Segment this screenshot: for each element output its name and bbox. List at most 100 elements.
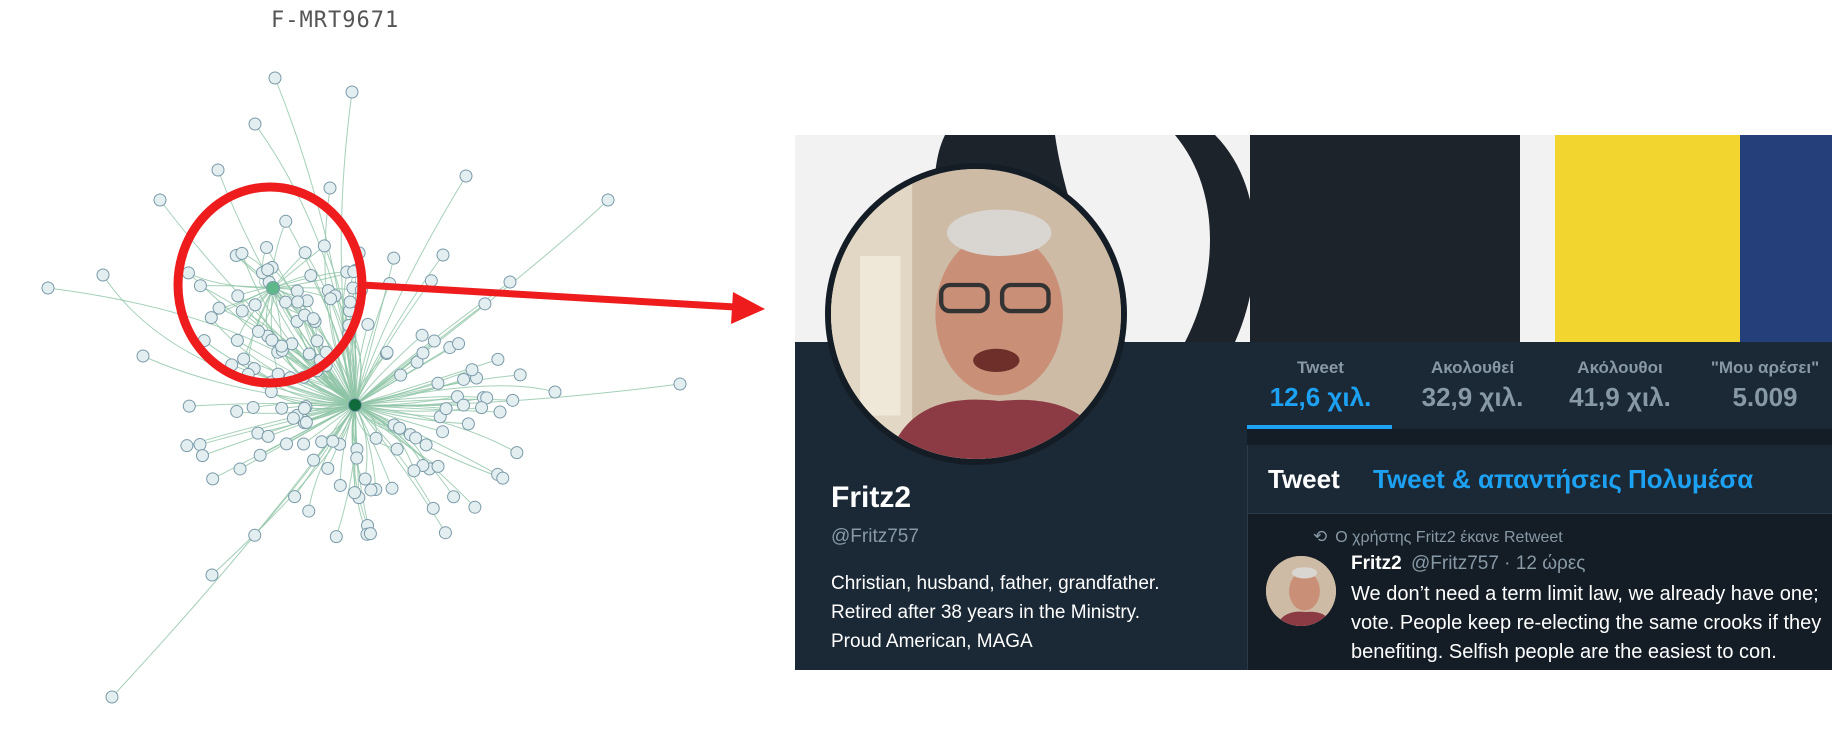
graph-node (513, 368, 527, 382)
graph-node (468, 500, 482, 514)
graph-node (286, 411, 300, 425)
graph-node (193, 438, 207, 452)
graph-node (280, 437, 294, 451)
graph-node (390, 442, 404, 456)
network-graph: F-MRT9671 (0, 0, 780, 743)
graph-node (302, 504, 316, 518)
graph-node (416, 346, 430, 360)
graph-node (673, 377, 687, 391)
graph-node (299, 415, 313, 429)
graph-node (348, 486, 362, 500)
graph-node (41, 281, 55, 295)
tweet-line: benefiting. Selfish people are the easie… (1351, 641, 1777, 663)
graph-node (96, 268, 110, 282)
tweet-time[interactable]: · 12 ώρες (1504, 553, 1585, 574)
stat-value: 12,6 χιλ. (1269, 382, 1372, 412)
graph-node (307, 453, 321, 467)
retweet-note: ⟲ Ο χρήστης Fritz2 έκανε Retweet (1313, 527, 1563, 547)
graph-node (246, 400, 260, 414)
tweet-text: We don’t need a term limit law, we alrea… (1351, 580, 1832, 667)
graph-node (302, 347, 316, 361)
graph-node (431, 459, 445, 473)
graph-node (436, 425, 450, 439)
graph-node (136, 349, 150, 363)
twitter-profile-screenshot: Tweet 12,6 χιλ. Ακολουθεί 32,9 χιλ. Ακόλ… (795, 135, 1832, 670)
graph-node (415, 328, 429, 342)
stat-label: "Μου αρέσει" (1710, 358, 1820, 377)
stat-likes[interactable]: "Μου αρέσει" 5.009 (1700, 358, 1830, 413)
graph-node (496, 471, 510, 485)
graph-node (233, 462, 247, 476)
graph-node (268, 71, 282, 85)
graph-node (195, 449, 209, 463)
graph-node (204, 311, 218, 325)
graph-node (291, 295, 305, 309)
graph-node (361, 317, 375, 331)
graph-node (601, 193, 615, 207)
graph-node (297, 437, 311, 451)
tab-tweets[interactable]: Tweet (1268, 464, 1340, 495)
graph-node (279, 214, 293, 228)
graph-node (306, 312, 320, 326)
tweet-line: We don’t need a term limit law, we alrea… (1351, 583, 1819, 605)
graph-node (253, 448, 267, 462)
graph-node (452, 337, 466, 351)
highlight-arrow-head (731, 292, 765, 324)
graph-node (409, 431, 423, 445)
bio-line: Christian, husband, father, grandfather. (831, 573, 1160, 594)
graph-node (431, 376, 445, 390)
profile-name: Fritz2 (831, 481, 912, 514)
graph-node (248, 528, 262, 542)
stat-value: 5.009 (1732, 382, 1798, 412)
timeline: Tweet Tweet & απαντήσεις Πολυμέσα ⟲ Ο χρή… (1247, 445, 1832, 670)
graph-node (193, 279, 207, 293)
graph-node (447, 490, 461, 504)
graph-node (310, 334, 324, 348)
graph-node (326, 434, 340, 448)
graph-node (387, 251, 401, 265)
graph-node (350, 451, 364, 465)
graph-node (503, 275, 517, 289)
profile-handle: @Fritz757 (831, 526, 919, 547)
graph-node (290, 284, 304, 298)
graph-node (231, 289, 245, 303)
graph-node (260, 240, 274, 254)
graph-node (385, 481, 399, 495)
graph-node (205, 568, 219, 582)
profile-avatar[interactable] (825, 163, 1127, 465)
graph-node (248, 117, 262, 131)
stat-following[interactable]: Ακολουθεί 32,9 χιλ. (1410, 358, 1535, 413)
graph-node (394, 368, 408, 382)
stat-tweets[interactable]: Tweet 12,6 χιλ. (1253, 358, 1388, 413)
tweet-author-handle[interactable]: @Fritz757 (1411, 553, 1499, 574)
graph-node (548, 385, 562, 399)
graph-node (211, 163, 225, 177)
graph-node (427, 334, 441, 348)
graph-node (275, 401, 289, 415)
stat-value: 41,9 χιλ. (1569, 382, 1671, 412)
network-graph-canvas (41, 71, 765, 704)
stat-followers[interactable]: Ακόλουθοι 41,9 χιλ. (1555, 358, 1685, 413)
graph-node (461, 417, 475, 431)
graph-node (436, 248, 450, 262)
stat-value: 32,9 χιλ. (1421, 382, 1524, 412)
graph-node (456, 398, 470, 412)
graph-node (493, 405, 507, 419)
tweet-author-name[interactable]: Fritz2 (1351, 553, 1402, 574)
graph-node (304, 269, 318, 283)
graph-node (439, 402, 453, 416)
graph-node (298, 246, 312, 260)
stat-label: Ακόλουθοι (1577, 358, 1663, 377)
graph-hub-node (348, 398, 362, 412)
graph-node (393, 421, 407, 435)
graph-node (465, 363, 479, 377)
tab-media[interactable]: Πολυμέσα (1628, 464, 1753, 495)
graph-node (230, 404, 244, 418)
graph-edge (111, 404, 356, 698)
tab-tweets-replies[interactable]: Tweet & απαντήσεις (1373, 464, 1622, 495)
graph-node (363, 527, 377, 541)
graph-node (288, 490, 302, 504)
tweet-author-avatar[interactable] (1266, 556, 1336, 626)
tweet-header: Fritz2 @Fritz757 · 12 ώρες (1351, 553, 1585, 575)
graph-node (279, 295, 293, 309)
